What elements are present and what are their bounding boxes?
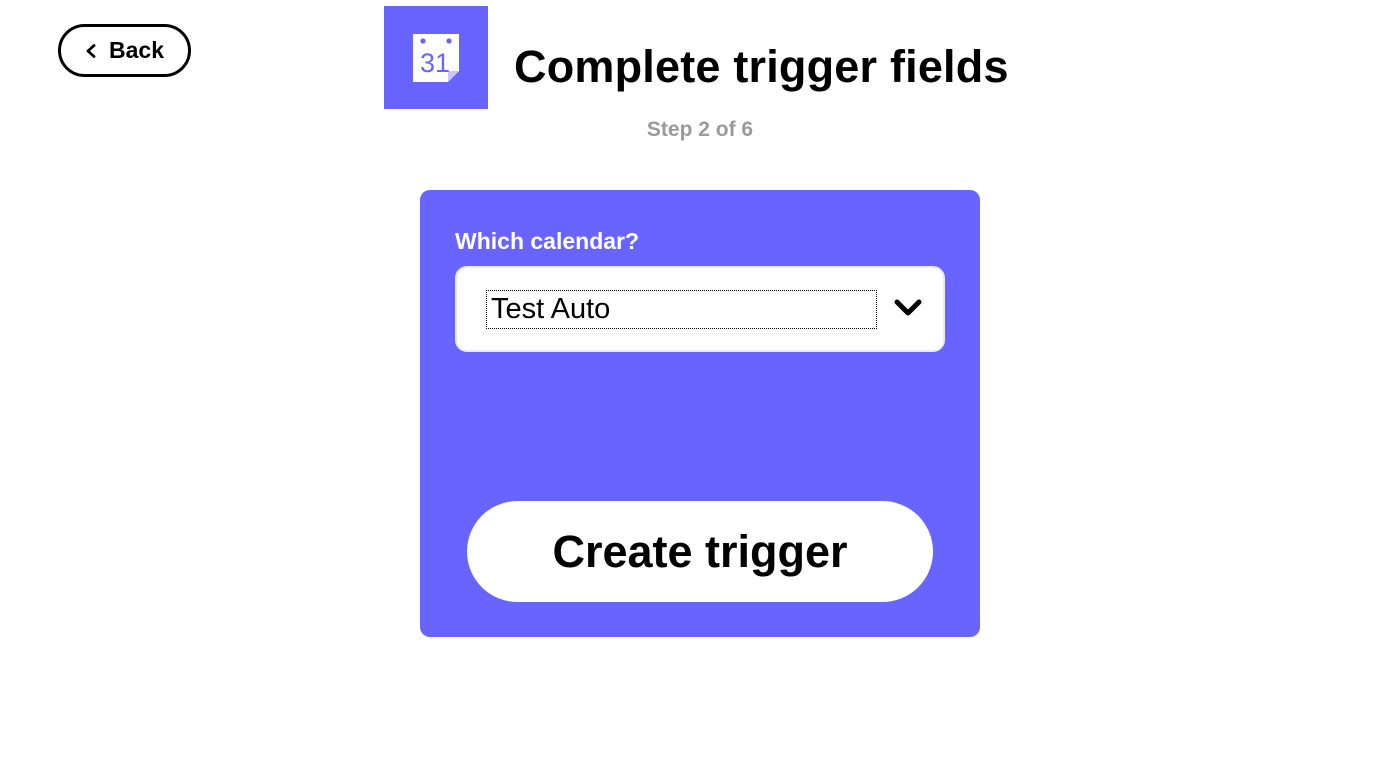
trigger-fields-card: Which calendar? Test Auto Create trigger — [420, 190, 980, 637]
back-button-label: Back — [109, 37, 164, 63]
calendar-field-label: Which calendar? — [455, 228, 640, 254]
calendar-select[interactable]: Test Auto — [455, 266, 945, 352]
chevron-left-icon — [86, 43, 96, 58]
service-icon-tile: 31 — [384, 6, 488, 109]
step-indicator: Step 2 of 6 — [646, 118, 754, 141]
create-trigger-button[interactable]: Create trigger — [467, 501, 933, 602]
calendar-select-value[interactable]: Test Auto — [486, 290, 877, 329]
create-trigger-button-label: Create trigger — [552, 526, 848, 577]
page-title: Complete trigger fields — [514, 41, 1009, 92]
chevron-down-icon[interactable] — [893, 297, 923, 319]
back-button[interactable]: Back — [58, 24, 191, 77]
calendar-icon-day: 31 — [420, 48, 450, 78]
calendar-icon: 31 — [413, 33, 459, 82]
